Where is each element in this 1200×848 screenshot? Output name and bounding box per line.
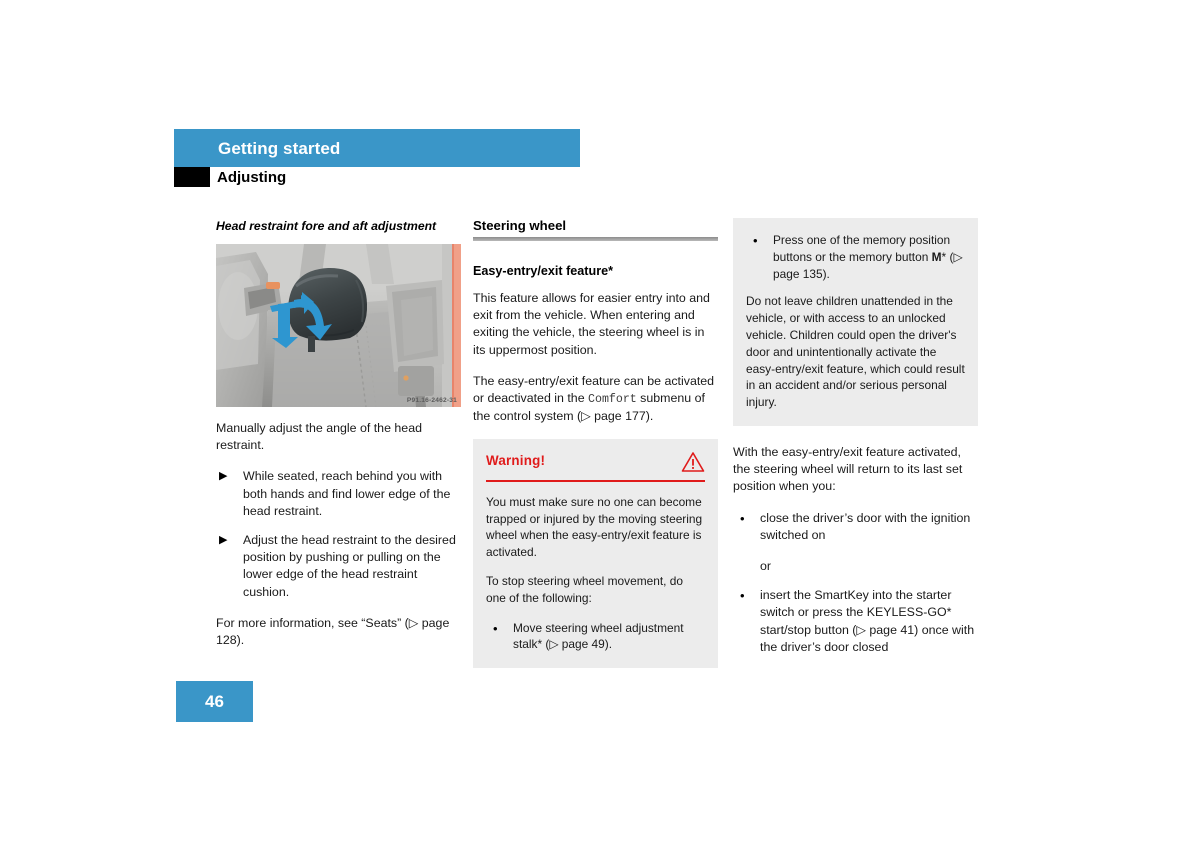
page-number: 46 <box>205 692 224 711</box>
middle-column: Steering wheel Easy-entry/exit feature* … <box>473 218 718 682</box>
warning-rule <box>486 480 705 483</box>
left-intro-text: Manually adjust the angle of the head re… <box>216 421 422 453</box>
warning-body-2: To stop steering wheel movement, do one … <box>486 574 683 605</box>
triangle-bullet-icon: ▶ <box>219 534 228 547</box>
note-box: • Press one of the memory position butto… <box>733 218 978 426</box>
memory-button-label: M <box>931 249 942 264</box>
list-item: • Press one of the memory position butto… <box>746 232 965 282</box>
right-bullet-list-1: • close the driver’s door with the ignit… <box>733 510 978 544</box>
triangle-bullet-icon: ▶ <box>219 470 228 483</box>
page-number-box: 46 <box>176 681 253 722</box>
note-bullet-text-before: Press one of the memory position buttons… <box>773 233 951 264</box>
warning-bullet-list: • Move steering wheel adjustment stalk* … <box>486 620 705 653</box>
warning-title: Warning! <box>486 453 546 469</box>
list-item: • close the driver’s door with the ignit… <box>733 510 978 544</box>
list-item-text: Adjust the head restraint to the desired… <box>243 533 456 599</box>
list-item: • Move steering wheel adjustment stalk* … <box>486 620 705 653</box>
comfort-menu-name: Comfort <box>588 393 637 407</box>
head-restraint-figure: P91.16-2462-31 <box>216 244 461 407</box>
dot-bullet-icon: • <box>740 510 745 526</box>
head-restraint-illustration <box>216 244 461 407</box>
warning-box-header: Warning! <box>486 452 705 478</box>
middle-subheading: Easy-entry/exit feature* <box>473 264 613 278</box>
middle-paragraph-1: This feature allows for easier entry int… <box>473 291 710 357</box>
note-body-text: Do not leave children unattended in the … <box>746 294 965 410</box>
section-tab-marker <box>174 167 210 187</box>
heading-rule <box>473 237 718 241</box>
warning-body-1: You must make sure no one can become tra… <box>486 495 703 559</box>
header-band-title: Getting started <box>218 139 341 158</box>
list-item-text: Press one of the memory position buttons… <box>773 233 963 281</box>
middle-column-heading: Steering wheel <box>473 218 567 233</box>
left-step-list: ▶ While seated, reach behind you with bo… <box>216 468 461 600</box>
header-band: Getting started <box>174 129 580 167</box>
list-item: ▶ While seated, reach behind you with bo… <box>216 468 461 520</box>
list-item-text: While seated, reach behind you with both… <box>243 469 451 518</box>
left-more-info-text: For more information, see “Seats” (▷ pag… <box>216 615 450 648</box>
list-item-text: insert the SmartKey into the starter swi… <box>760 588 975 654</box>
right-paragraph: With the easy-entry/exit feature activat… <box>733 444 963 494</box>
list-item: • insert the SmartKey into the starter s… <box>733 587 978 656</box>
warning-box: Warning! You must make sure no one can b… <box>473 439 718 668</box>
section-title: Adjusting <box>217 169 287 186</box>
manual-page: Getting started Adjusting Head restraint… <box>0 0 1200 848</box>
note-bullet-list: • Press one of the memory position butto… <box>746 232 965 282</box>
figure-part-code: P91.16-2462-31 <box>406 397 457 404</box>
middle-paragraph-2: The easy-entry/exit feature can be activ… <box>473 373 718 426</box>
dot-bullet-icon: • <box>493 620 498 636</box>
dot-bullet-icon: • <box>740 588 745 604</box>
dot-bullet-icon: • <box>753 233 758 248</box>
or-separator-text: or <box>760 558 772 573</box>
list-item: ▶ Adjust the head restraint to the desir… <box>216 532 461 601</box>
left-column: Head restraint fore and aft adjustment P… <box>216 218 461 663</box>
right-bullet-list-2: • insert the SmartKey into the starter s… <box>733 587 978 656</box>
left-column-heading: Head restraint fore and aft adjustment <box>216 219 437 233</box>
list-item-text: Move steering wheel adjustment stalk* (▷… <box>513 620 684 652</box>
list-item-text: close the driver’s door with the ignitio… <box>760 510 971 542</box>
warning-triangle-icon <box>681 451 705 478</box>
right-column: • Press one of the memory position butto… <box>733 218 978 670</box>
